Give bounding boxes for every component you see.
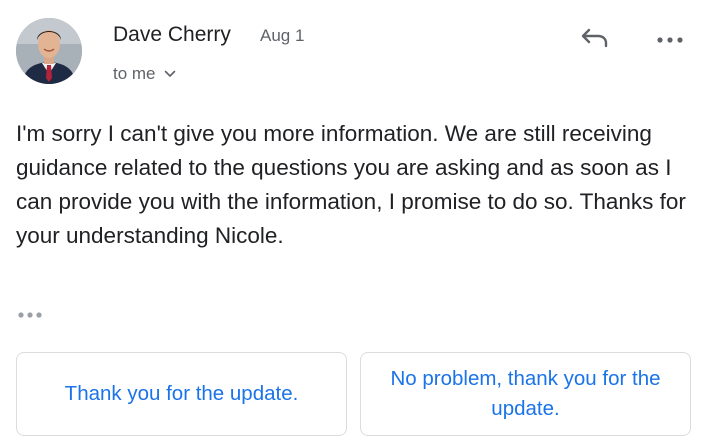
sent-date: Aug 1 — [260, 26, 305, 45]
smart-reply-label: Thank you for the update. — [64, 382, 299, 405]
smart-reply-label: No problem, thank you for the update. — [390, 367, 661, 420]
reply-arrow-icon — [580, 27, 610, 54]
reply-button[interactable] — [572, 20, 618, 60]
smart-reply-button[interactable]: Thank you for the update. — [16, 352, 347, 436]
chevron-down-icon — [164, 70, 176, 78]
recipient-label: to me — [113, 64, 156, 83]
ellipsis-icon — [16, 306, 46, 324]
show-trimmed-content-button[interactable] — [16, 306, 50, 324]
more-options-button[interactable] — [648, 22, 692, 58]
avatar[interactable] — [16, 18, 82, 84]
recipient-details-toggle[interactable]: to me — [113, 63, 176, 85]
smart-reply-button[interactable]: No problem, thank you for the update. — [360, 352, 691, 436]
avatar-photo — [16, 18, 82, 84]
more-horizontal-icon — [656, 31, 684, 49]
message-body: I'm sorry I can't give you more informat… — [16, 121, 686, 248]
sender-name: Dave Cherry — [113, 23, 231, 46]
